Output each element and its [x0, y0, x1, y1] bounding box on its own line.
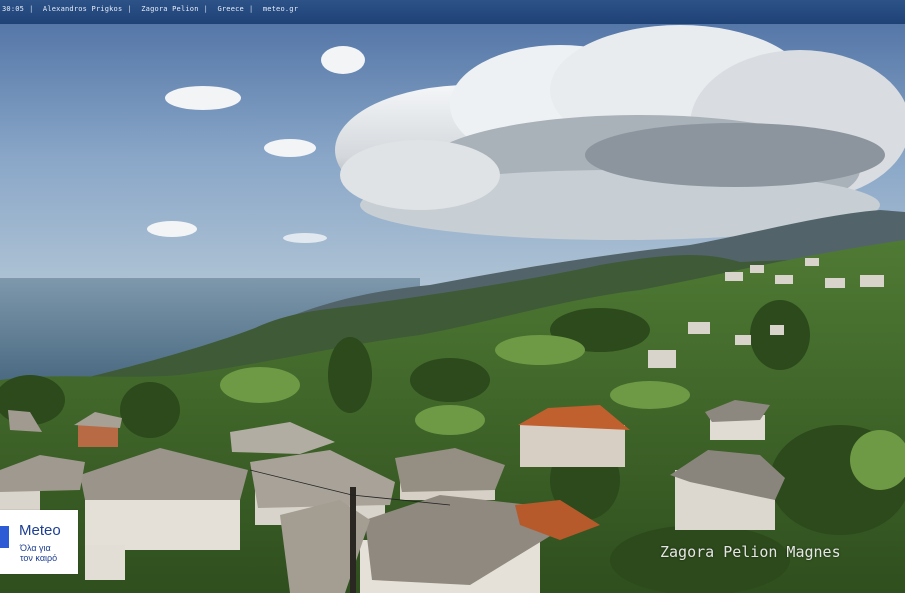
meteo-logo: Meteo Όλα για τον καιρό: [0, 510, 78, 574]
separator: |: [127, 5, 132, 13]
location-label: Zagora Pelion: [141, 5, 199, 13]
country-label: Greece: [217, 5, 244, 13]
logo-tagline-line2: τον καιρό: [20, 553, 58, 563]
webcam-scene: [0, 24, 905, 593]
logo-name: Meteo: [19, 522, 61, 539]
separator: |: [29, 5, 34, 13]
photographer-label: Alexandros Prigkos: [42, 5, 123, 13]
timestamp-label: 30:05: [2, 5, 25, 13]
logo-tagline: Όλα για τον καιρό: [20, 543, 57, 563]
logo-mark-icon: [0, 526, 9, 548]
separator: |: [203, 5, 209, 13]
location-watermark: Zagora Pelion Magnes: [660, 543, 841, 561]
utility-pole: [350, 487, 356, 593]
logo-tagline-line1: Όλα για: [20, 543, 51, 553]
camera-header-bar: 30:05 | Alexandros Prigkos | Zagora Pelion…: [0, 0, 905, 24]
separator: |: [248, 5, 254, 13]
site-label: meteo.gr: [262, 5, 299, 13]
